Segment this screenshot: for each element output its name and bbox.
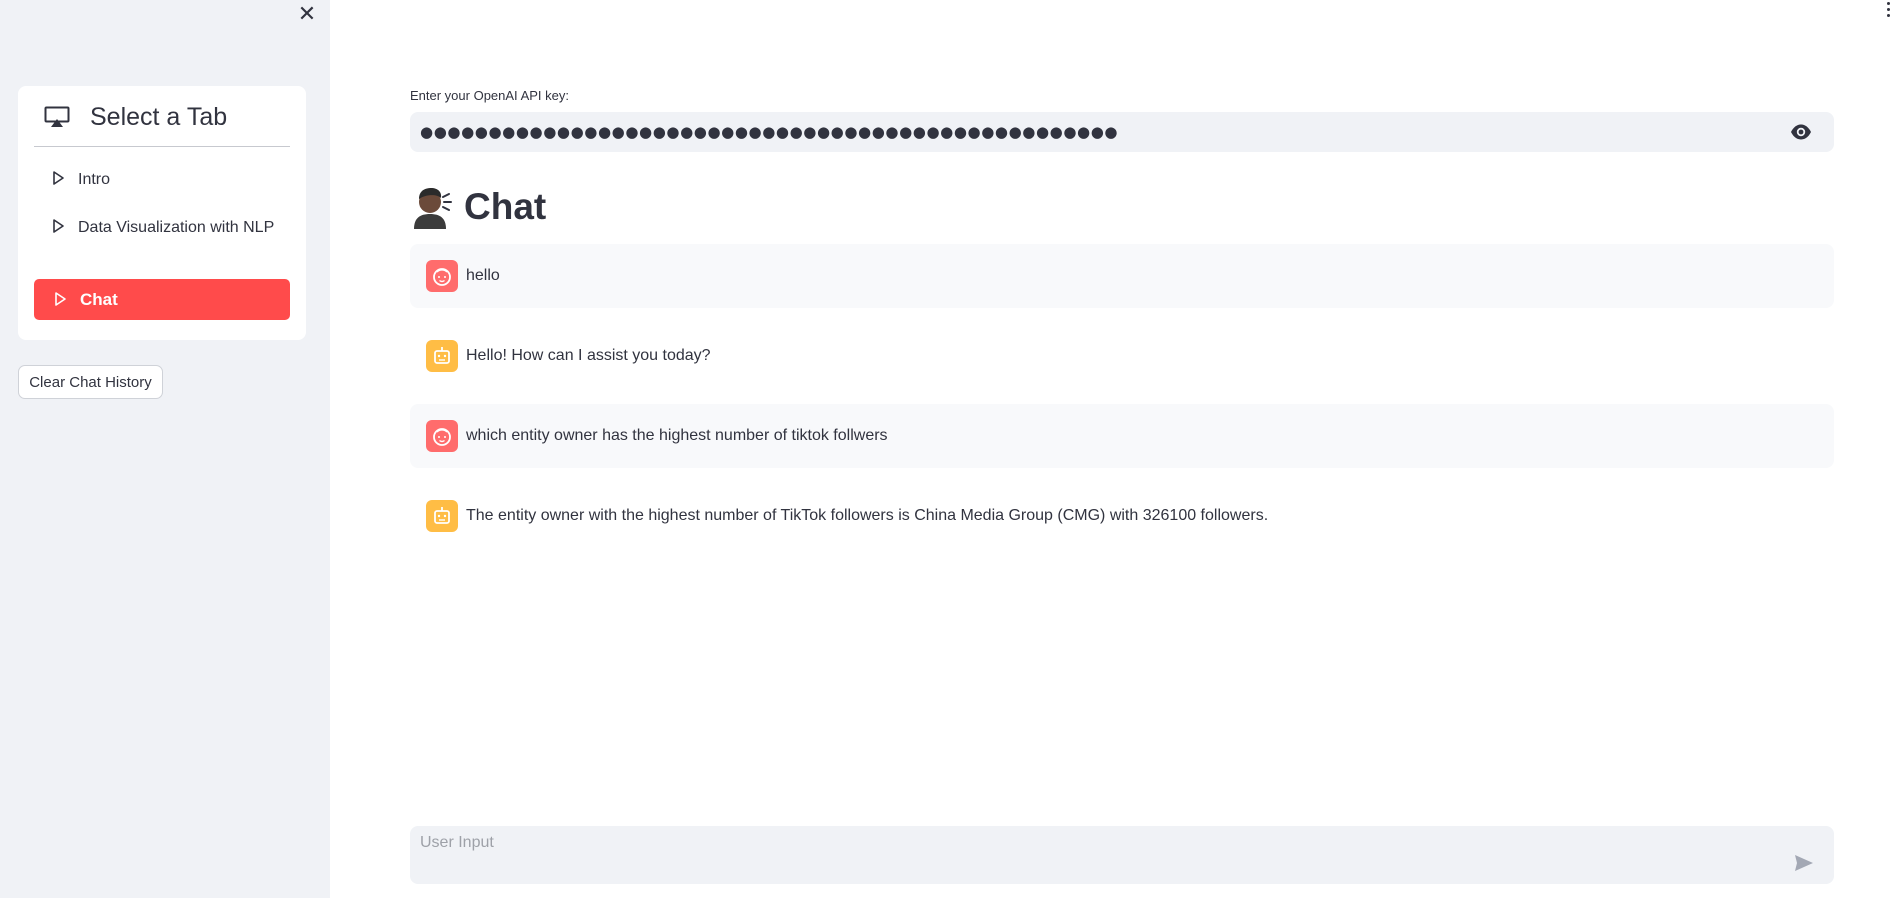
eye-icon[interactable]	[1790, 123, 1812, 141]
close-icon: ✕	[297, 2, 317, 27]
sidebar-item-data-visualization[interactable]: Data Visualization with NLP	[34, 216, 290, 264]
sidebar-item-label: Chat	[80, 290, 118, 309]
sidebar-item-label: Data Visualization with NLP	[78, 219, 275, 236]
sidebar: ✕ Select a Tab Intro Data Visualization …	[0, 0, 330, 898]
chat-message-user: hello	[410, 244, 1834, 308]
message-text: Hello! How can I assist you today?	[466, 347, 711, 364]
message-text: The entity owner with the highest number…	[466, 507, 1269, 524]
page-title: Chat	[410, 182, 546, 232]
robot-icon	[426, 500, 458, 532]
api-key-label: Enter your OpenAI API key:	[410, 88, 569, 103]
chat-message-assistant: The entity owner with the highest number…	[410, 484, 1834, 548]
clear-chat-history-button[interactable]: Clear Chat History	[18, 365, 163, 399]
api-key-value: ●●●●●●●●●●●●●●●●●●●●●●●●●●●●●●●●●●●●●●●●…	[420, 123, 1119, 141]
menu-title-text: Select a Tab	[90, 103, 228, 131]
play-triangle-icon	[53, 171, 64, 185]
message-text: which entity owner has the highest numbe…	[466, 427, 888, 444]
close-sidebar-button[interactable]: ✕	[296, 4, 318, 26]
main-menu-button[interactable]	[1884, 2, 1892, 20]
user-face-icon	[426, 420, 458, 452]
play-triangle-icon	[53, 219, 64, 233]
chat-input-container	[410, 826, 1834, 884]
user-face-icon	[426, 260, 458, 292]
chat-message-user: which entity owner has the highest numbe…	[410, 404, 1834, 468]
chat-message-assistant: Hello! How can I assist you today?	[410, 324, 1834, 388]
send-icon[interactable]	[1794, 854, 1814, 872]
message-text: hello	[466, 267, 500, 284]
menu-title: Select a Tab	[34, 102, 290, 147]
sidebar-item-label: Intro	[78, 171, 111, 188]
chat-input[interactable]	[410, 826, 1770, 884]
person-speaking-emoji-icon	[414, 188, 452, 229]
sidebar-item-chat[interactable]: Chat	[34, 279, 290, 320]
play-triangle-icon	[55, 292, 66, 306]
airplay-screen-icon	[44, 106, 70, 127]
tab-menu: Select a Tab Intro Data Visualization wi…	[18, 86, 306, 340]
robot-icon	[426, 340, 458, 372]
app: ✕ Select a Tab Intro Data Visualization …	[0, 0, 1896, 898]
api-key-field[interactable]: ●●●●●●●●●●●●●●●●●●●●●●●●●●●●●●●●●●●●●●●●…	[410, 112, 1834, 152]
chat-title: Chat	[464, 186, 547, 227]
sidebar-item-intro[interactable]: Intro	[34, 168, 290, 192]
